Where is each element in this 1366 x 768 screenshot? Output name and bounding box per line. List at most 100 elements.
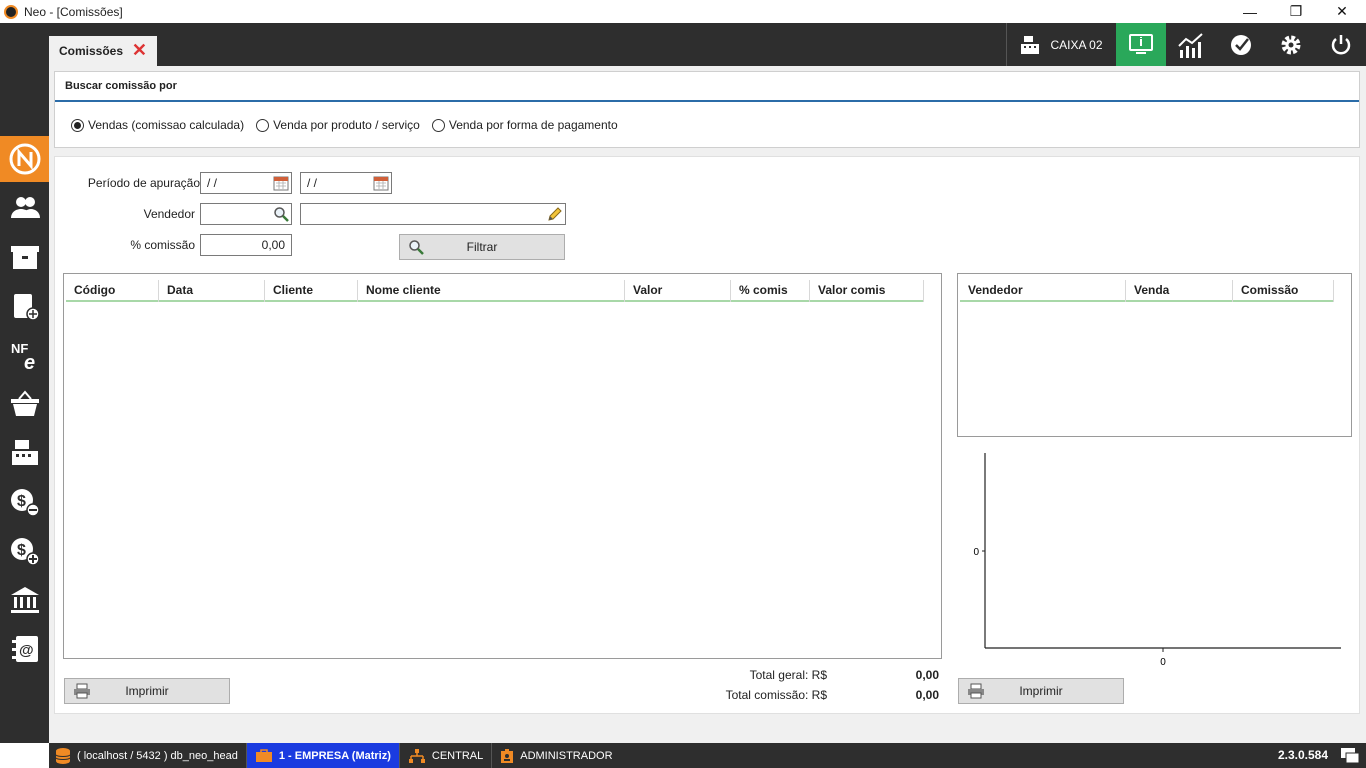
comissoes-table[interactable]: Código Data Cliente Nome cliente Valor %… bbox=[63, 273, 942, 659]
monitor-icon bbox=[1129, 33, 1153, 54]
sidebar-item-banco[interactable] bbox=[0, 577, 49, 623]
radio-dot[interactable] bbox=[71, 118, 84, 132]
tab-comissoes[interactable]: Comissões ✕ bbox=[49, 36, 157, 66]
money-plus-icon: $ bbox=[10, 538, 40, 566]
printer-icon bbox=[967, 683, 985, 702]
sidebar-item-contatos[interactable]: @ bbox=[0, 626, 49, 672]
total-comissao-value: 0,00 bbox=[915, 688, 939, 702]
top-right-toolbar: CAIXA 02 bbox=[1006, 23, 1366, 66]
restore-button[interactable]: ❐ bbox=[1273, 0, 1319, 23]
radio-vendas[interactable]: Vendas (comissao calculada) bbox=[71, 118, 244, 132]
column-header[interactable]: Data bbox=[159, 280, 265, 302]
column-header[interactable]: Vendedor bbox=[960, 280, 1126, 302]
radio-dot[interactable] bbox=[431, 118, 445, 132]
calendar-icon bbox=[373, 176, 389, 191]
sidebar-item-contas-pagar[interactable]: $ bbox=[0, 479, 49, 525]
tasks-button[interactable] bbox=[1216, 23, 1266, 66]
tab-close-icon[interactable]: ✕ bbox=[132, 41, 147, 59]
nfe-icon: NFe bbox=[11, 341, 35, 372]
central-label: CENTRAL bbox=[431, 749, 484, 762]
close-window-button[interactable]: ✕ bbox=[1319, 0, 1365, 23]
filtrar-button[interactable]: Filtrar bbox=[399, 234, 565, 260]
calendar-to-button[interactable] bbox=[371, 173, 391, 193]
status-bar: ( localhost / 5432 ) db_neo_head 1 - EMP… bbox=[49, 743, 1366, 768]
reports-button[interactable] bbox=[1166, 23, 1216, 66]
vendedor-search-button[interactable] bbox=[271, 204, 291, 224]
database-icon bbox=[55, 747, 71, 764]
version-label: 2.3.0.584 bbox=[1277, 748, 1328, 762]
monitor-button[interactable] bbox=[1116, 23, 1166, 66]
sidebar-item-pedidos[interactable] bbox=[0, 283, 49, 329]
x-tick-label: 0 bbox=[1160, 657, 1166, 668]
calendar-icon bbox=[273, 176, 289, 191]
minimize-button[interactable]: — bbox=[1227, 0, 1273, 23]
imprimir-summary-button[interactable]: Imprimir bbox=[958, 678, 1124, 704]
svg-text:$: $ bbox=[17, 542, 26, 559]
search-panel-heading: Buscar comissão por bbox=[55, 72, 1359, 102]
search-options: Vendas (comissao calculada) Venda por pr… bbox=[55, 102, 1359, 132]
comissao-label: % comissão bbox=[130, 238, 195, 252]
user-badge-icon bbox=[501, 748, 514, 763]
radio-label: Venda por produto / serviço bbox=[273, 118, 420, 132]
sidebar-item-home[interactable] bbox=[0, 136, 49, 182]
title-bar: Neo - [Comissões] — ❐ ✕ bbox=[0, 0, 1366, 23]
total-geral-value: 0,00 bbox=[915, 668, 939, 682]
calendar-from-button[interactable] bbox=[271, 173, 291, 193]
caixa-label: CAIXA 02 bbox=[1050, 37, 1103, 52]
settings-button[interactable] bbox=[1266, 23, 1316, 66]
window-title: Neo - [Comissões] bbox=[24, 4, 123, 19]
status-user[interactable]: ADMINISTRADOR bbox=[492, 743, 620, 768]
y-tick-label: 0 bbox=[973, 547, 979, 558]
svg-text:$: $ bbox=[17, 493, 26, 510]
box-icon bbox=[10, 246, 39, 269]
briefcase-icon bbox=[255, 748, 272, 762]
power-button[interactable] bbox=[1316, 23, 1366, 66]
sidebar-item-compras[interactable] bbox=[0, 381, 49, 427]
gear-icon bbox=[1281, 35, 1301, 54]
radio-forma-pagamento[interactable]: Venda por forma de pagamento bbox=[431, 118, 618, 132]
vendedor-edit-button[interactable] bbox=[545, 204, 565, 224]
column-header[interactable]: Comissão bbox=[1233, 280, 1334, 302]
network-icon bbox=[408, 748, 425, 763]
total-comissao-label: Total comissão: R$ bbox=[725, 688, 827, 702]
column-header[interactable]: Valor comis bbox=[810, 280, 924, 302]
sidebar-item-clientes[interactable] bbox=[0, 185, 49, 231]
basket-icon bbox=[10, 390, 39, 416]
caixa-indicator[interactable]: CAIXA 02 bbox=[1006, 23, 1116, 66]
column-header[interactable]: Código bbox=[66, 280, 159, 302]
periodo-label: Período de apuração bbox=[87, 176, 200, 190]
status-central[interactable]: CENTRAL bbox=[400, 743, 493, 768]
radio-dot[interactable] bbox=[256, 118, 270, 132]
column-header[interactable]: Venda bbox=[1126, 280, 1233, 302]
bank-icon bbox=[10, 587, 39, 613]
app-logo-icon bbox=[4, 4, 18, 19]
table-header: Código Data Cliente Nome cliente Valor %… bbox=[66, 280, 924, 302]
user-label: ADMINISTRADOR bbox=[520, 749, 613, 762]
chart-icon bbox=[1178, 32, 1203, 58]
column-header[interactable]: Valor bbox=[625, 280, 731, 302]
status-empresa[interactable]: 1 - EMPRESA (Matriz) bbox=[246, 743, 400, 768]
vendedor-label: Vendedor bbox=[143, 207, 195, 221]
printer-icon bbox=[73, 683, 91, 702]
sidebar-item-contas-receber[interactable]: $ bbox=[0, 528, 49, 574]
imprimir-label: Imprimir bbox=[1019, 684, 1063, 698]
sidebar: NF e $ $ @ bbox=[0, 23, 49, 743]
remote-screen-icon[interactable] bbox=[1340, 746, 1360, 766]
comissao-input[interactable]: 0,00 bbox=[200, 234, 292, 256]
status-database[interactable]: ( localhost / 5432 ) db_neo_head bbox=[49, 743, 247, 768]
sidebar-item-nfe[interactable]: NF e bbox=[0, 332, 49, 378]
column-header[interactable]: Nome cliente bbox=[358, 280, 625, 302]
imprimir-button[interactable]: Imprimir bbox=[64, 678, 230, 704]
column-header[interactable]: Cliente bbox=[265, 280, 358, 302]
address-book-icon: @ bbox=[11, 636, 38, 662]
clipboard-add-icon bbox=[13, 294, 40, 321]
vendedor-summary-table[interactable]: Vendedor Venda Comissão bbox=[957, 273, 1352, 437]
column-header[interactable]: % comis bbox=[731, 280, 810, 302]
sidebar-item-produtos[interactable] bbox=[0, 234, 49, 280]
radio-label: Vendas (comissao calculada) bbox=[88, 118, 245, 132]
vendedor-name-input[interactable] bbox=[300, 203, 566, 225]
radio-produto-servico[interactable]: Venda por produto / serviço bbox=[256, 118, 420, 132]
sidebar-item-pdv[interactable] bbox=[0, 430, 49, 476]
pencil-icon bbox=[548, 207, 562, 221]
neo-logo-icon bbox=[9, 143, 40, 175]
